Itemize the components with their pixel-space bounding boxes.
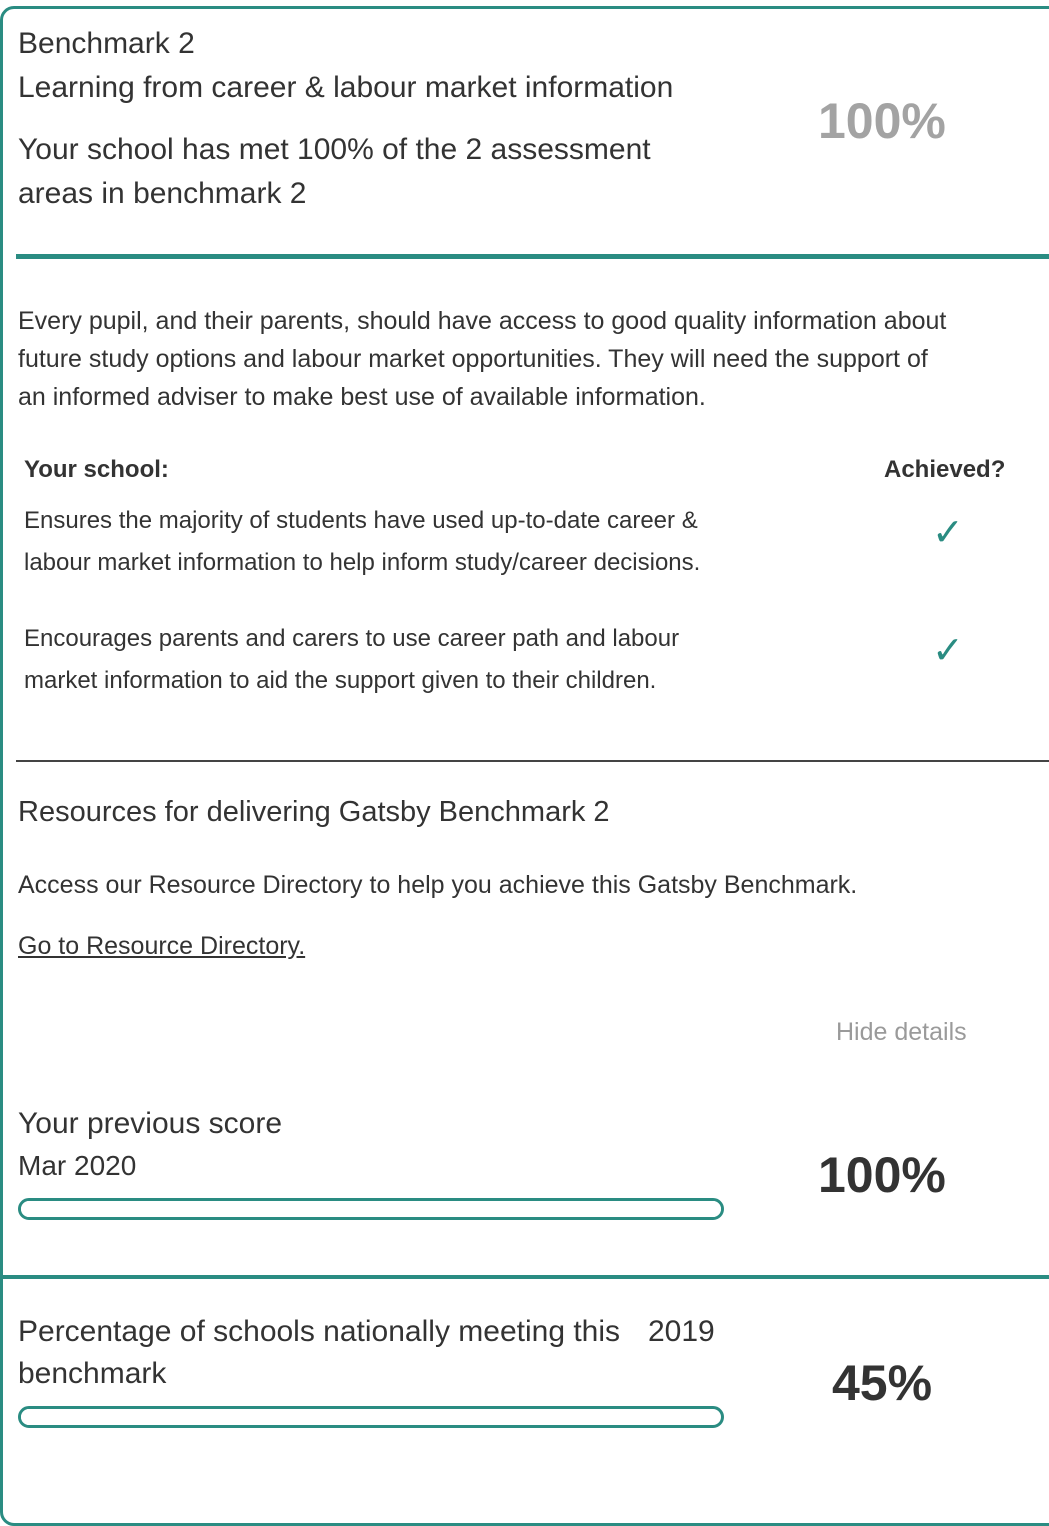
previous-score-progress-fill	[21, 1201, 721, 1217]
benchmark-score: 100%	[818, 93, 946, 149]
resource-directory-link[interactable]: Go to Resource Directory.	[18, 932, 305, 960]
national-score-value: 45%	[832, 1355, 933, 1411]
previous-score-progress-bar	[18, 1198, 724, 1220]
criterion-1-line-2: labour market information to help inform…	[24, 549, 701, 576]
national-score-progress-fill	[21, 1409, 336, 1425]
national-label-line-2: benchmark	[18, 1357, 167, 1390]
previous-score-date: Mar 2020	[18, 1150, 137, 1181]
summary-line-1: Your school has met 100% of the 2 assess…	[18, 133, 651, 166]
resources-text: Access our Resource Directory to help yo…	[18, 871, 858, 899]
benchmark-card	[0, 6, 1049, 1526]
resources-title: Resources for delivering Gatsby Benchmar…	[18, 796, 610, 828]
national-label-line-1: Percentage of schools nationally meeting…	[18, 1315, 621, 1348]
criterion-1-line-1: Ensures the majority of students have us…	[24, 507, 698, 534]
hide-details-button[interactable]: Hide details	[836, 1018, 967, 1047]
description-line-1: Every pupil, and their parents, should h…	[18, 307, 947, 335]
benchmark-title: Learning from career & labour market inf…	[18, 71, 674, 104]
header-divider	[16, 254, 1049, 259]
checkmark-icon: ✓	[932, 512, 964, 554]
national-divider	[0, 1275, 1049, 1279]
resources-divider	[16, 760, 1049, 762]
column-header-achieved: Achieved?	[884, 456, 1006, 483]
previous-score-label: Your previous score	[18, 1107, 283, 1140]
resource-directory-link-wrap: Go to Resource Directory.	[18, 932, 305, 961]
national-year: 2019	[648, 1315, 715, 1348]
benchmark-label: Benchmark 2	[18, 27, 195, 60]
description-line-2: future study options and labour market o…	[18, 345, 928, 373]
national-score-progress-bar	[18, 1406, 724, 1428]
criterion-2-line-2: market information to aid the support gi…	[24, 667, 657, 694]
previous-score-value: 100%	[818, 1147, 946, 1203]
description-line-3: an informed adviser to make best use of …	[18, 383, 706, 411]
column-header-your-school: Your school:	[24, 456, 169, 483]
checkmark-icon: ✓	[932, 630, 964, 672]
summary-line-2: areas in benchmark 2	[18, 177, 307, 210]
criterion-2-line-1: Encourages parents and carers to use car…	[24, 625, 680, 652]
